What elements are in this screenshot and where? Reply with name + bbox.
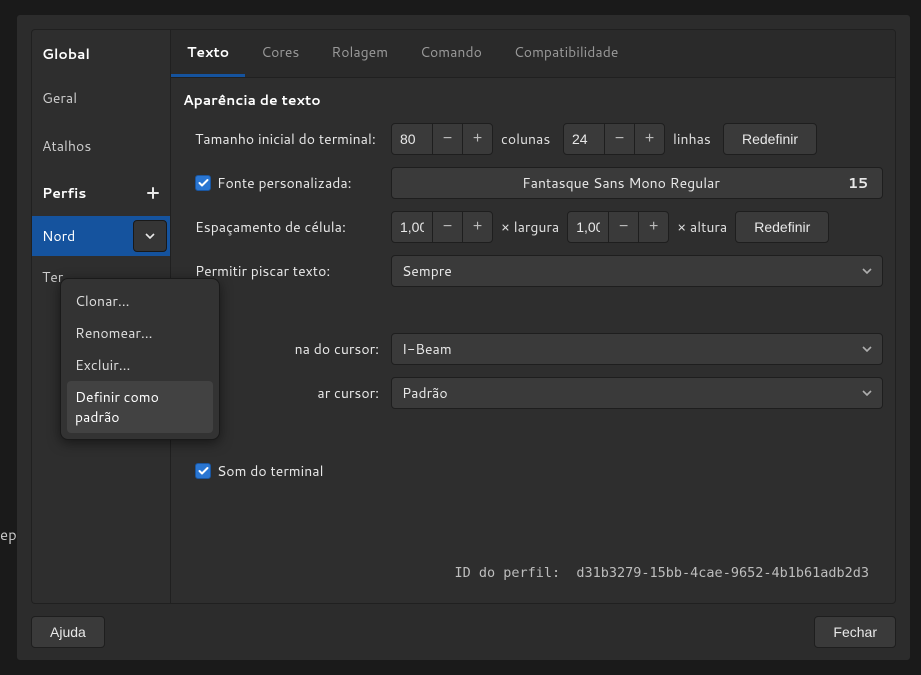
font-size: 15 bbox=[836, 173, 868, 193]
rows-spinner[interactable]: − + bbox=[563, 123, 665, 155]
cell-height-unit: × altura bbox=[677, 217, 727, 237]
chevron-down-icon bbox=[145, 233, 155, 239]
cell-height-decrease[interactable]: − bbox=[608, 212, 638, 242]
tabs: Texto Cores Rolagem Comando Compatibilid… bbox=[171, 30, 895, 78]
help-button[interactable]: Ajuda bbox=[31, 616, 105, 648]
cell-height-input[interactable] bbox=[568, 219, 608, 235]
cursor-blink-row: ar cursor: Padrão bbox=[183, 376, 883, 410]
terminal-bell-row: Som do terminal bbox=[183, 454, 883, 488]
close-button[interactable]: Fechar bbox=[814, 616, 896, 648]
cell-width-increase[interactable]: + bbox=[462, 212, 492, 242]
menu-item-rename[interactable]: Renomear… bbox=[67, 317, 213, 349]
profile-row-nord[interactable]: Nord bbox=[32, 216, 170, 256]
chevron-down-icon bbox=[862, 390, 872, 396]
chevron-down-icon bbox=[862, 346, 872, 352]
blink-text-combo[interactable]: Sempre bbox=[391, 255, 883, 287]
profile-menu-button[interactable] bbox=[133, 220, 167, 252]
terminal-bell-group: Som do terminal bbox=[183, 461, 323, 481]
tab-cores[interactable]: Cores bbox=[245, 30, 315, 77]
cell-width-unit: × largura bbox=[501, 217, 559, 237]
custom-font-row: Fonte personalizada: Fantasque Sans Mono… bbox=[183, 166, 883, 200]
custom-font-checkbox[interactable] bbox=[195, 175, 211, 191]
rows-increase[interactable]: + bbox=[634, 124, 664, 154]
rows-decrease[interactable]: − bbox=[604, 124, 634, 154]
form-area: Aparência de texto Tamanho inicial do te… bbox=[171, 78, 895, 603]
columns-decrease[interactable]: − bbox=[432, 124, 462, 154]
cursor-shape-row: na do cursor: I-Beam bbox=[183, 332, 883, 366]
reset-spacing-button[interactable]: Redefinir bbox=[735, 211, 829, 243]
cell-width-input[interactable] bbox=[392, 219, 432, 235]
initial-size-row: Tamanho inicial do terminal: − + colunas… bbox=[183, 122, 883, 156]
edge-truncated-text: ep bbox=[0, 524, 17, 545]
text-appearance-title: Aparência de texto bbox=[183, 88, 883, 112]
menu-item-clone[interactable]: Clonar… bbox=[67, 285, 213, 317]
cursor-blink-value: Padrão bbox=[402, 383, 448, 403]
profile-id-label: ID do perfil: bbox=[454, 565, 560, 581]
sidebar-profiles-label: Perfis bbox=[42, 183, 86, 203]
cell-width-decrease[interactable]: − bbox=[432, 212, 462, 242]
main-panel: Texto Cores Rolagem Comando Compatibilid… bbox=[170, 29, 896, 604]
cell-spacing-row: Espaçamento de célula: − + × largura − +… bbox=[183, 210, 883, 244]
sidebar-profiles-header: Perfis bbox=[32, 170, 170, 216]
cursor-shape-combo[interactable]: I-Beam bbox=[391, 333, 883, 365]
plus-icon bbox=[146, 186, 160, 200]
cell-width-spinner[interactable]: − + bbox=[391, 211, 493, 243]
columns-spinner[interactable]: − + bbox=[391, 123, 493, 155]
sound-section-title-partial: Som bbox=[183, 420, 883, 444]
tab-compatibilidade[interactable]: Compatibilidade bbox=[498, 30, 634, 77]
profile-name: Nord bbox=[32, 226, 133, 246]
tab-rolagem[interactable]: Rolagem bbox=[315, 30, 404, 77]
font-chooser-button[interactable]: Fantasque Sans Mono Regular 15 bbox=[391, 167, 883, 199]
cursor-shape-value: I-Beam bbox=[402, 339, 452, 359]
add-profile-button[interactable] bbox=[142, 182, 164, 204]
columns-unit: colunas bbox=[501, 129, 555, 149]
sidebar-global-header: Global bbox=[32, 30, 170, 74]
menu-item-set-default[interactable]: Definir como padrão bbox=[67, 381, 213, 433]
font-name: Fantasque Sans Mono Regular bbox=[406, 173, 836, 193]
columns-increase[interactable]: + bbox=[462, 124, 492, 154]
chevron-down-icon bbox=[862, 268, 872, 274]
terminal-bell-checkbox[interactable] bbox=[195, 463, 211, 479]
terminal-bell-label: Som do terminal bbox=[217, 461, 323, 481]
rows-unit: linhas bbox=[673, 129, 715, 149]
cursor-blink-combo[interactable]: Padrão bbox=[391, 377, 883, 409]
cell-height-spinner[interactable]: − + bbox=[567, 211, 669, 243]
menu-item-delete[interactable]: Excluir… bbox=[67, 349, 213, 381]
profile-context-menu: Clonar… Renomear… Excluir… Definir como … bbox=[60, 278, 220, 440]
cell-height-increase[interactable]: + bbox=[638, 212, 668, 242]
reset-size-button[interactable]: Redefinir bbox=[723, 123, 817, 155]
initial-size-label: Tamanho inicial do terminal: bbox=[183, 129, 383, 149]
custom-font-label-group: Fonte personalizada: bbox=[183, 173, 383, 193]
sidebar-item-geral[interactable]: Geral bbox=[32, 74, 170, 122]
profile-id-row: ID do perfil: d31b3279-15bb-4cae-9652-4b… bbox=[183, 557, 883, 593]
tab-comando[interactable]: Comando bbox=[404, 30, 498, 77]
cell-spacing-label: Espaçamento de célula: bbox=[183, 217, 383, 237]
sidebar-item-atalhos[interactable]: Atalhos bbox=[32, 122, 170, 170]
blink-text-row: Permitir piscar texto: Sempre bbox=[183, 254, 883, 288]
custom-font-label: Fonte personalizada: bbox=[217, 173, 352, 193]
profile-id-value: d31b3279-15bb-4cae-9652-4b1b61adb2d3 bbox=[576, 565, 869, 581]
tab-texto[interactable]: Texto bbox=[171, 30, 245, 77]
columns-input[interactable] bbox=[392, 131, 432, 147]
bottom-bar: Ajuda Fechar bbox=[17, 604, 910, 660]
rows-input[interactable] bbox=[564, 131, 604, 147]
blink-text-value: Sempre bbox=[402, 261, 452, 281]
